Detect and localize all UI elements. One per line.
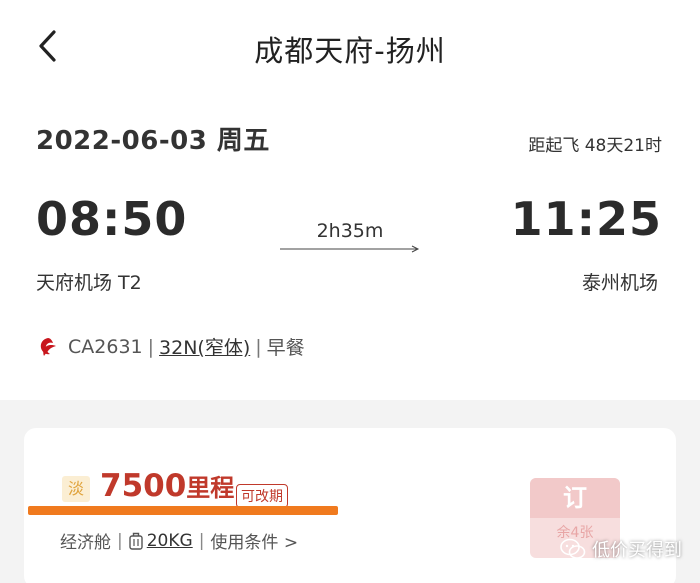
departure-airport: 天府机场 T2: [36, 272, 142, 294]
separator: |: [255, 335, 262, 358]
flight-duration: 2h35m: [316, 220, 384, 242]
mileage-price: 7500里程: [100, 468, 234, 504]
flight-number: CA2631: [68, 335, 143, 358]
separator: |: [117, 530, 123, 551]
luggage-icon: [129, 532, 143, 550]
aircraft-type-link[interactable]: 32N(窄体): [159, 333, 250, 360]
arrival-time: 11:25: [510, 192, 662, 246]
price-value: 7500: [100, 468, 187, 504]
highlight-bar: [28, 506, 338, 515]
watermark-text: 低价买得到: [592, 540, 682, 561]
page-title: 成都天府-扬州: [254, 34, 446, 68]
meal-info: 早餐: [266, 337, 305, 359]
nav-header: 成都天府-扬州: [0, 0, 700, 95]
arrow-right-icon: [280, 245, 420, 253]
separator: |: [198, 530, 205, 551]
fare-info-row: 经济舱 | 20KG | 使用条件 >: [60, 528, 298, 554]
flight-info-row: CA2631 | 32N(窄体) | 早餐: [36, 333, 305, 360]
wechat-icon: [560, 538, 586, 559]
flight-summary-panel: 成都天府-扬州 2022-06-03 周五 距起飞 48天21时 08:50 2…: [0, 0, 700, 400]
luggage-allowance-link[interactable]: 20KG: [147, 531, 193, 551]
price-unit: 里程: [186, 474, 235, 502]
arrival-airport: 泰州机场: [581, 272, 658, 294]
departure-time: 08:50: [36, 192, 188, 246]
changeable-tag: 可改期: [236, 484, 288, 508]
book-label: 订: [530, 478, 620, 518]
season-badge: 淡: [62, 476, 90, 502]
usage-rules-link[interactable]: 使用条件 >: [210, 528, 298, 553]
watermark: 低价买得到: [560, 536, 682, 562]
separator: |: [147, 335, 155, 358]
departure-countdown: 距起飞 48天21时: [528, 136, 662, 156]
air-china-logo-icon: [40, 337, 56, 356]
flight-date: 2022-06-03 周五: [36, 126, 270, 156]
cabin-class: 经济舱: [60, 533, 111, 553]
